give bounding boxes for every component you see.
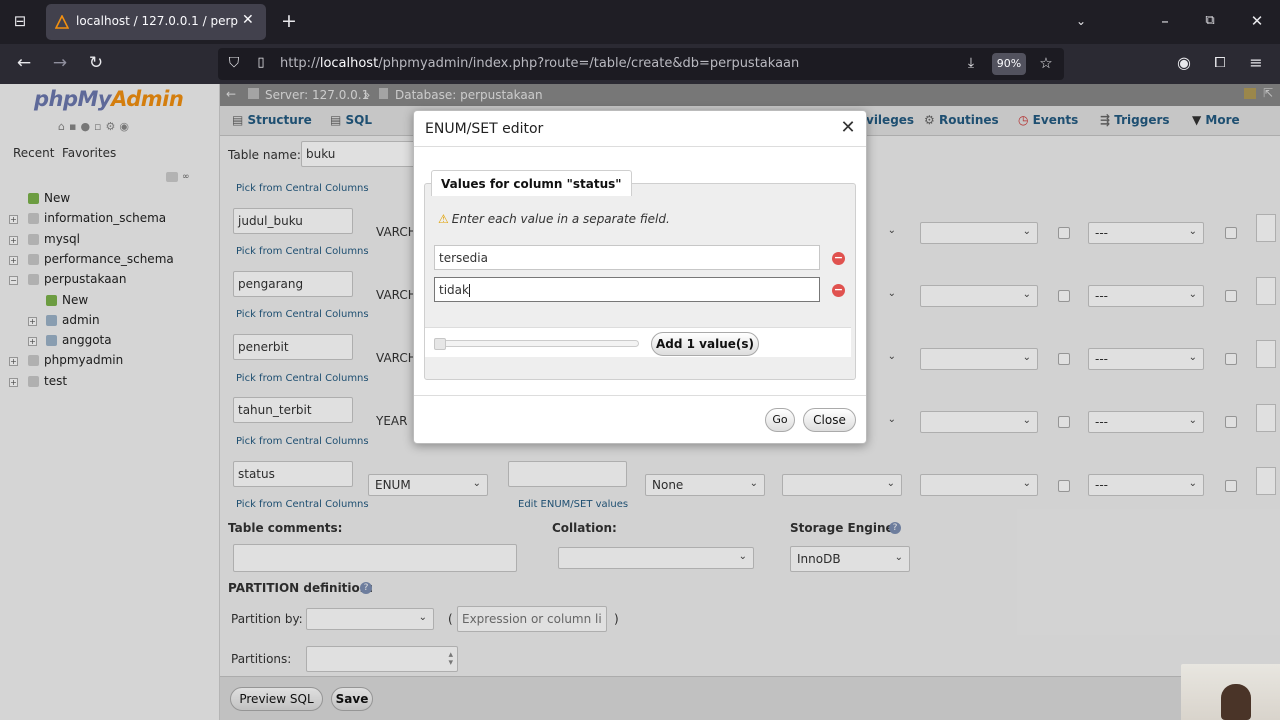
restore-icon[interactable]: ⧉ xyxy=(1199,11,1221,33)
remove-value-icon[interactable]: − xyxy=(832,284,845,297)
browser-tab-bar: ⊟ localhost / 127.0.0.1 / perpustak ✕ + … xyxy=(0,0,1280,44)
dialog-title: ENUM/SET editor xyxy=(425,121,544,137)
back-icon[interactable]: ← xyxy=(13,53,35,75)
webcam-person xyxy=(1221,684,1251,720)
app-menu-icon[interactable]: ≡ xyxy=(1245,53,1267,75)
close-tab-icon[interactable]: ✕ xyxy=(242,12,254,28)
window-close-icon[interactable]: ✕ xyxy=(1246,11,1268,33)
tab-title: localhost / 127.0.0.1 / perpustak xyxy=(76,14,238,28)
tab-list-icon[interactable]: ⊟ xyxy=(9,11,31,33)
phpmyadmin-favicon-icon xyxy=(55,15,69,29)
enum-note: ⚠ Enter each value in a separate field. xyxy=(438,212,670,226)
page-icon[interactable]: ▯ xyxy=(250,53,272,75)
zoom-indicator[interactable]: 90% xyxy=(992,53,1026,75)
slider-handle[interactable] xyxy=(434,338,446,350)
enum-set-editor-dialog: ENUM/SET editor ✕ Values for column "sta… xyxy=(413,110,867,444)
download-page-icon[interactable]: ⤓ xyxy=(960,53,982,75)
close-button[interactable]: Close xyxy=(803,408,856,432)
enum-value-input[interactable]: tersedia xyxy=(434,245,820,270)
extensions-icon[interactable]: ⧠ xyxy=(1209,53,1231,75)
new-tab-icon[interactable]: + xyxy=(278,11,300,33)
forward-icon[interactable]: → xyxy=(49,53,71,75)
text-cursor xyxy=(468,284,470,297)
remove-value-icon[interactable]: − xyxy=(832,252,845,265)
list-all-tabs-icon[interactable]: ⌄ xyxy=(1070,11,1092,33)
add-values-button[interactable]: Add 1 value(s) xyxy=(651,332,759,356)
dialog-divider xyxy=(414,146,866,147)
browser-nav-bar: ← → ↻ ⛉ ▯ http://localhost/phpmyadmin/in… xyxy=(0,44,1280,84)
dialog-close-icon[interactable]: ✕ xyxy=(838,117,858,138)
url-bar[interactable]: ⛉ ▯ http://localhost/phpmyadmin/index.ph… xyxy=(218,48,1064,80)
reload-icon[interactable]: ↻ xyxy=(85,53,107,75)
dialog-footer-divider xyxy=(414,395,866,396)
add-values-row: Add 1 value(s) xyxy=(425,327,851,357)
account-icon[interactable]: ◉ xyxy=(1173,53,1195,75)
webcam-overlay xyxy=(1181,664,1280,720)
minimize-icon[interactable]: – xyxy=(1154,11,1176,33)
go-button[interactable]: Go xyxy=(765,408,795,432)
browser-tab[interactable]: localhost / 127.0.0.1 / perpustak ✕ xyxy=(46,4,266,40)
bookmark-star-icon[interactable]: ☆ xyxy=(1035,53,1057,75)
enum-values-legend: Values for column "status" xyxy=(431,170,632,196)
warning-icon: ⚠ xyxy=(438,212,449,226)
shield-icon[interactable]: ⛉ xyxy=(223,53,245,75)
enum-value-input[interactable]: tidak xyxy=(434,277,820,302)
url-text[interactable]: http://localhost/phpmyadmin/index.php?ro… xyxy=(280,56,799,71)
value-count-slider[interactable] xyxy=(434,338,639,350)
